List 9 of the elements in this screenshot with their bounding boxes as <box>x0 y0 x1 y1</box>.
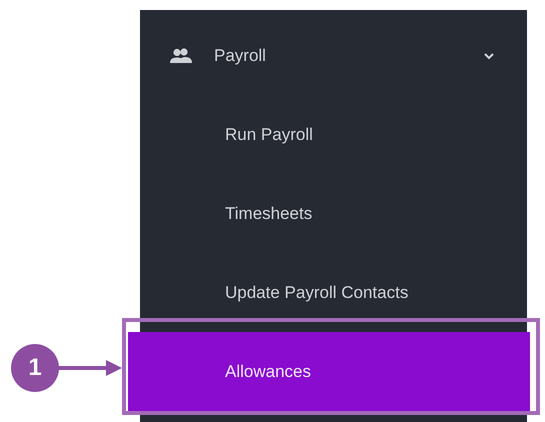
people-icon <box>170 48 192 64</box>
arrow-icon <box>58 358 124 378</box>
menu-item[interactable]: Allowances <box>128 332 530 411</box>
step-badge: 1 <box>11 344 59 392</box>
menu-group[interactable]: Payroll <box>140 16 527 95</box>
menu-item[interactable]: Timesheets <box>140 174 527 253</box>
menu-label: Payroll <box>214 46 267 66</box>
menu-item[interactable]: Run Payroll <box>140 95 527 174</box>
menu-item[interactable]: Update Payroll Contacts <box>140 253 527 332</box>
